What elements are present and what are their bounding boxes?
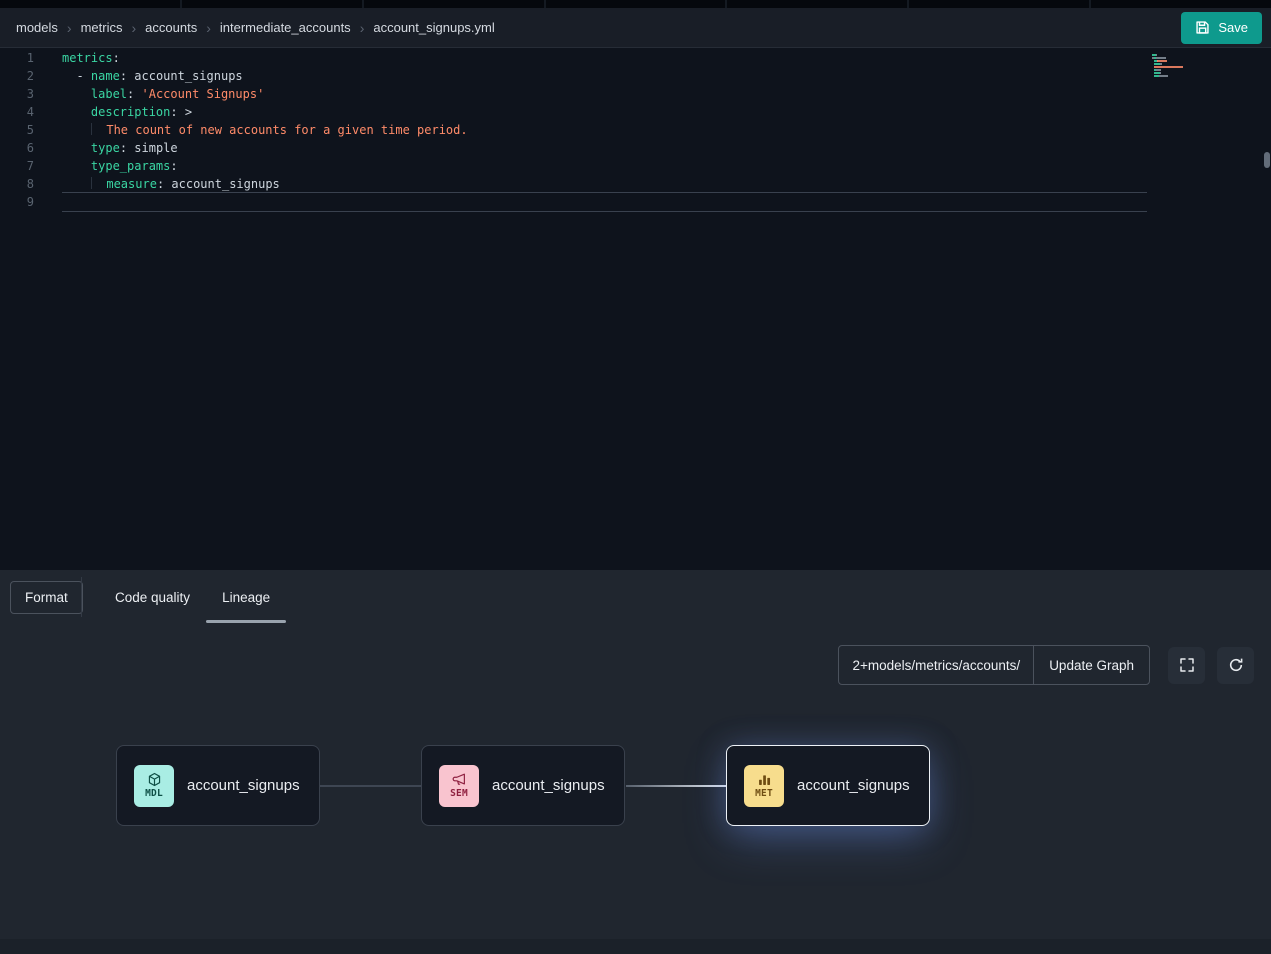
breadcrumb-item[interactable]: models [16, 20, 58, 35]
save-button[interactable]: Save [1181, 12, 1262, 44]
panel-tabs: Code quality Lineage [115, 570, 270, 624]
save-icon [1195, 20, 1210, 35]
lineage-selector-input[interactable]: 2+models/metrics/accounts/ [839, 646, 1033, 684]
breadcrumb-item[interactable]: accounts [145, 20, 197, 35]
lineage-edge [320, 785, 421, 787]
node-type-badge: SEM [450, 788, 468, 799]
editor-line[interactable]: 4 description: > [0, 103, 1271, 121]
lineage-node-sem[interactable]: SEM account_signups [421, 745, 625, 826]
top-tab[interactable] [364, 0, 544, 8]
node-type-badge: MDL [145, 788, 163, 799]
line-number: 3 [0, 85, 34, 103]
line-number: 9 [0, 193, 34, 211]
breadcrumb-item[interactable]: metrics [81, 20, 123, 35]
editor-line[interactable]: 7 type_params: [0, 157, 1271, 175]
code-text: description: > [62, 103, 1147, 121]
graph-controls: 2+models/metrics/accounts/ Update Graph [838, 645, 1254, 685]
breadcrumb: models › metrics › accounts › intermediate_acc… [16, 20, 495, 35]
minimap [1152, 54, 1210, 81]
top-tab[interactable] [546, 0, 726, 8]
refresh-icon [1228, 657, 1244, 673]
editor-lines: 1metrics:2 - name: account_signups3 labe… [0, 49, 1271, 211]
line-number: 7 [0, 157, 34, 175]
chevron-right-icon: › [360, 21, 365, 35]
code-text [62, 193, 1147, 211]
lineage-node-met[interactable]: MET account_signups [726, 745, 930, 826]
megaphone-icon: SEM [439, 765, 479, 807]
format-button[interactable]: Format [10, 581, 83, 614]
breadcrumb-bar: models › metrics › accounts › intermediate_acc… [0, 8, 1271, 48]
line-number: 4 [0, 103, 34, 121]
code-text: measure: account_signups [62, 175, 1147, 193]
footer-strip [0, 939, 1271, 954]
tab-code-quality[interactable]: Code quality [115, 570, 190, 624]
breadcrumb-item[interactable]: intermediate_accounts [220, 20, 351, 35]
code-text: type: simple [62, 139, 1147, 157]
line-number: 8 [0, 175, 34, 193]
editor-line[interactable]: 3 label: 'Account Signups' [0, 85, 1271, 103]
bottom-panel: Format Code quality Lineage 2+models/metr… [0, 570, 1271, 954]
node-label: account_signups [797, 777, 910, 794]
selector-group: 2+models/metrics/accounts/ Update Graph [838, 645, 1150, 685]
code-text: The count of new accounts for a given ti… [62, 121, 1147, 139]
lineage-edge [626, 785, 726, 787]
editor-line[interactable]: 5 The count of new accounts for a given … [0, 121, 1271, 139]
line-number: 6 [0, 139, 34, 157]
editor-line[interactable]: 1 metrics: [0, 49, 1271, 67]
lineage-node-mdl[interactable]: MDL account_signups [116, 745, 320, 826]
node-label: account_signups [187, 777, 300, 794]
divider [81, 577, 82, 617]
editor-line[interactable]: 6 type: simple [0, 139, 1271, 157]
editor-line[interactable]: 9 [0, 193, 1271, 211]
fullscreen-icon [1179, 657, 1195, 673]
top-tab[interactable] [1091, 0, 1271, 8]
chevron-right-icon: › [206, 21, 211, 35]
line-number: 5 [0, 121, 34, 139]
app-root: models › metrics › accounts › intermediate_acc… [0, 0, 1271, 954]
line-number: 2 [0, 67, 34, 85]
top-tab-strip [0, 0, 1271, 8]
scrollbar-thumb[interactable] [1264, 152, 1270, 168]
code-editor[interactable]: 1metrics:2 - name: account_signups3 labe… [0, 48, 1271, 570]
node-type-badge: MET [755, 788, 773, 799]
chevron-right-icon: › [67, 21, 72, 35]
cube-icon: MDL [134, 765, 174, 807]
line-number: 1 [0, 49, 34, 67]
chevron-right-icon: › [131, 21, 136, 35]
top-tab[interactable] [727, 0, 907, 8]
top-tab[interactable] [182, 0, 362, 8]
editor-scrollbar[interactable] [1262, 48, 1271, 570]
tab-lineage[interactable]: Lineage [222, 570, 270, 624]
update-graph-button[interactable]: Update Graph [1033, 646, 1149, 684]
bar-chart-icon: MET [744, 765, 784, 807]
refresh-button[interactable] [1217, 647, 1254, 684]
code-text: metrics: [62, 49, 1147, 67]
top-tab[interactable] [909, 0, 1089, 8]
code-text: label: 'Account Signups' [62, 85, 1147, 103]
code-text: - name: account_signups [62, 67, 1147, 85]
node-label: account_signups [492, 777, 605, 794]
top-tab[interactable] [0, 0, 180, 8]
editor-line[interactable]: 2 - name: account_signups [0, 67, 1271, 85]
breadcrumb-item[interactable]: account_signups.yml [373, 20, 494, 35]
save-button-label: Save [1218, 20, 1248, 35]
fullscreen-button[interactable] [1168, 647, 1205, 684]
editor-line[interactable]: 8 measure: account_signups [0, 175, 1271, 193]
code-text: type_params: [62, 157, 1147, 175]
